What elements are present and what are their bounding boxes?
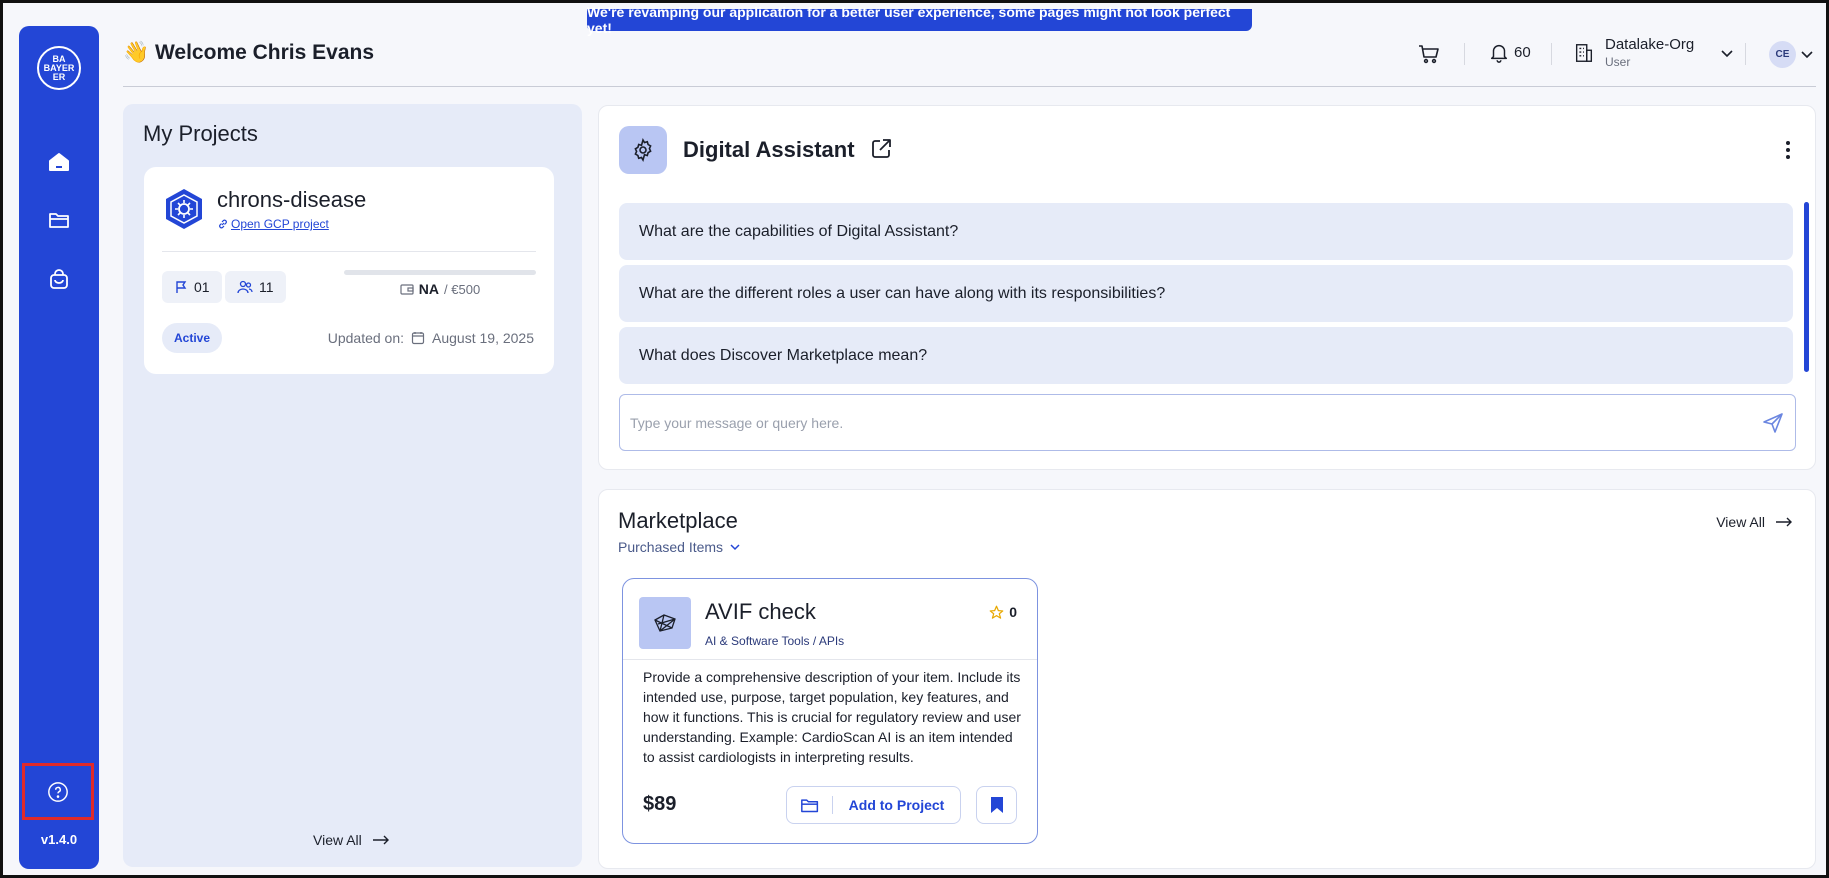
folder-icon [49, 213, 69, 228]
bookmark-button[interactable] [976, 786, 1017, 824]
members-count: 11 [259, 279, 274, 295]
item-name: AVIF check [705, 599, 816, 624]
add-to-project-button[interactable]: Add to Project [786, 786, 961, 824]
sidebar-item-projects[interactable] [43, 204, 75, 236]
org-role: User [1605, 55, 1631, 69]
header-separator [1551, 43, 1552, 65]
message-box [619, 394, 1796, 451]
cart-button[interactable] [1417, 43, 1441, 70]
open-gcp-link[interactable]: Open GCP project [217, 217, 329, 231]
chevron-down-icon [730, 544, 740, 551]
send-icon[interactable] [1761, 411, 1785, 435]
home-icon [49, 153, 69, 171]
members-chip: 11 [225, 271, 286, 303]
logo-text-bot: ER [52, 71, 66, 82]
marketplace-view-all[interactable]: View All [1716, 514, 1793, 530]
purchased-items-label: Purchased Items [618, 539, 724, 555]
user-avatar[interactable]: CE [1769, 41, 1796, 68]
chevron-down-icon[interactable] [1800, 47, 1814, 61]
updated-date: August 19, 2025 [432, 330, 534, 346]
link-icon [219, 219, 227, 229]
assistant-title: Digital Assistant [683, 137, 855, 162]
bookmark-icon [990, 797, 1003, 813]
assistant-icon-box [619, 126, 667, 174]
marketplace-panel: Marketplace Purchased Items View All AVI… [598, 489, 1816, 869]
help-icon [48, 781, 68, 802]
status-badge: Active [162, 323, 223, 353]
bayer-logo[interactable]: BA BAYER ER [37, 46, 81, 90]
message-input[interactable] [630, 414, 1761, 431]
app-version: v1.4.0 [40, 832, 78, 847]
org-switcher[interactable]: Datalake-Org User [1573, 36, 1734, 69]
header-separator [1464, 43, 1465, 65]
header-separator [1745, 43, 1746, 65]
purchased-items-dropdown[interactable]: Purchased Items [618, 539, 741, 555]
arrow-right-icon [372, 835, 389, 845]
open-external-button[interactable] [869, 137, 893, 166]
projects-view-all-label: View All [313, 832, 362, 848]
welcome-title: 👋 Welcome Chris Evans [123, 41, 375, 64]
arrow-right-icon [1776, 517, 1792, 527]
header-divider [123, 86, 1816, 87]
app-frame: We're revamping our application for a be… [0, 0, 1829, 878]
my-projects-panel: My Projects chrons-disease Open GCP proj… [123, 104, 582, 867]
sidebar-item-home[interactable] [43, 146, 75, 178]
projects-view-all[interactable]: View All [313, 832, 390, 848]
item-description: Provide a comprehensive description of y… [643, 669, 1021, 765]
faq-item[interactable]: What are the capabilities of Digital Ass… [619, 203, 1793, 260]
open-gcp-label: Open GCP project [231, 217, 329, 231]
item-rating: 0 [989, 604, 1017, 620]
bag-icon [50, 269, 68, 289]
notifications-button[interactable]: 60 [1488, 41, 1531, 63]
flags-chip: 01 [162, 271, 222, 303]
project-card[interactable]: chrons-disease Open GCP project 01 11 NA… [144, 167, 554, 374]
budget-progress [344, 270, 536, 275]
item-icon-box [639, 597, 691, 649]
project-hex-icon [166, 189, 202, 229]
card-divider [162, 251, 536, 252]
flags-count: 01 [194, 279, 210, 295]
more-vertical-icon [1786, 141, 1790, 159]
item-category: AI & Software Tools / APIs [705, 634, 845, 648]
external-link-icon [872, 139, 891, 158]
revamp-banner: We're revamping our application for a be… [587, 4, 1252, 36]
faq-item[interactable]: What does Discover Marketplace mean? [619, 327, 1793, 384]
updated-info: Updated on: August 19, 2025 [328, 330, 534, 346]
budget-used: NA [418, 281, 440, 297]
add-to-project-label: Add to Project [848, 797, 945, 813]
chevron-down-icon [1721, 49, 1733, 57]
bell-icon [1490, 44, 1508, 63]
calendar-icon [411, 332, 425, 345]
project-name: chrons-disease [217, 187, 367, 212]
faq-item[interactable]: What are the different roles a user can … [619, 265, 1793, 322]
budget-summary: NA / €500 [344, 281, 536, 297]
faq-scrollbar[interactable] [1804, 202, 1809, 372]
more-options-button[interactable] [1785, 140, 1791, 165]
flag-icon [176, 281, 187, 293]
sidebar-item-marketplace[interactable] [43, 264, 75, 296]
updated-label: Updated on: [327, 330, 405, 346]
sidebar: BA BAYER ER v1.4.0 [19, 26, 99, 869]
projects-title: My Projects [143, 121, 258, 146]
budget-total: / €500 [444, 281, 481, 297]
item-rating-value: 0 [1009, 604, 1017, 620]
marketplace-view-all-label: View All [1716, 514, 1765, 530]
wallet-icon [400, 284, 414, 295]
marketplace-title: Marketplace [618, 508, 738, 533]
building-icon [1575, 43, 1593, 62]
network-icon [654, 614, 676, 632]
cart-icon [1419, 45, 1439, 64]
star-icon [989, 605, 1004, 619]
digital-assistant-panel: Digital Assistant What are the capabilit… [598, 105, 1816, 470]
add-icon-wrap [787, 796, 833, 814]
org-name: Datalake-Org [1605, 36, 1695, 53]
marketplace-item-card[interactable]: AVIF check AI & Software Tools / APIs 0 … [622, 578, 1038, 844]
item-price: $89 [643, 793, 677, 815]
item-divider [623, 659, 1037, 660]
notifications-count: 60 [1514, 43, 1531, 61]
users-icon [237, 280, 253, 294]
sidebar-item-help[interactable] [22, 763, 94, 820]
gear-icon [634, 138, 652, 162]
folder-icon [800, 799, 818, 813]
